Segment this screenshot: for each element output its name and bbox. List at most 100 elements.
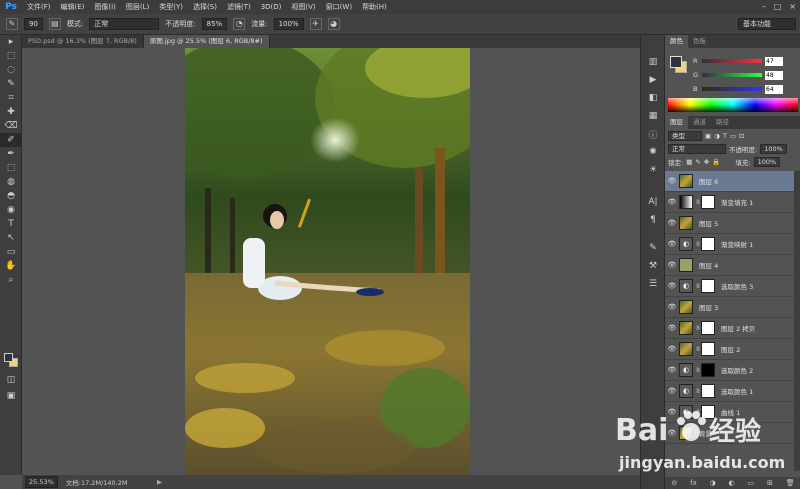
layer-mask-thumbnail[interactable] [701,279,715,293]
tab-color[interactable]: 颜色 [665,35,688,48]
navigator-icon[interactable]: ✺ [641,143,665,161]
workspace-select[interactable]: 基本功能 [738,18,796,30]
eyedropper-tool-icon[interactable]: ✚ [0,105,22,119]
layer-row[interactable]: 👁 ◐ 8 选取颜色 3 [665,276,795,297]
layer-row[interactable]: 👁 图层 6 [665,171,795,192]
visibility-eye-icon[interactable]: 👁 [665,345,679,353]
blue-track[interactable] [702,87,762,91]
tab-swatches[interactable]: 色板 [688,35,711,48]
visibility-eye-icon[interactable]: 👁 [665,324,679,332]
layer-thumbnail[interactable] [679,342,693,356]
adjustment-layer-icon[interactable]: ◐ [729,479,735,487]
layer-name[interactable]: 图层 2 [717,344,740,354]
layer-mask-thumbnail[interactable] [701,321,715,335]
tab-paths[interactable]: 路径 [711,116,734,129]
color-spectrum[interactable] [668,98,798,112]
layer-row[interactable]: 👁 图层 3 [665,297,795,318]
menu-item-1[interactable]: 编辑(E) [56,0,90,14]
type-tool-icon[interactable]: T [0,217,22,231]
document-image[interactable] [185,48,470,475]
visibility-eye-icon[interactable]: 👁 [665,429,679,437]
tab-psd[interactable]: PSD.psd @ 16.3% (图层 7, RGB/8) [22,35,144,48]
mode-select[interactable]: 正常 [89,18,160,30]
visibility-eye-icon[interactable]: 👁 [665,366,679,374]
airbrush-icon[interactable]: ✈ [309,18,322,30]
paragraph-icon[interactable]: ¶ [641,211,665,229]
actions-icon[interactable]: ▶ [641,71,665,89]
layer-name[interactable]: 选取颜色 2 [717,365,753,375]
green-track[interactable] [702,73,762,77]
hand-tool-icon[interactable]: ✋ [0,259,22,273]
blue-value[interactable]: 64 [765,84,783,94]
visibility-eye-icon[interactable]: 👁 [665,282,679,290]
layer-name[interactable]: 图层 3 [695,302,718,312]
layer-name[interactable]: 选取颜色 1 [717,386,753,396]
minimize-button[interactable]: – [762,2,766,11]
character-icon[interactable]: A| [641,193,665,211]
layer-row[interactable]: 👁 ◐ 8 选取颜色 1 [665,381,795,402]
lock-pixels-icon[interactable]: ▦ [686,158,692,166]
layer-thumbnail[interactable] [679,300,693,314]
layer-thumbnail[interactable]: ◐ [679,384,693,398]
filter-pixel-icon[interactable]: ▣ [705,132,711,140]
filter-adjust-icon[interactable]: ◑ [714,132,720,140]
menu-item-2[interactable]: 图像(I) [89,0,121,14]
lock-all-icon[interactable]: 🔒 [712,158,720,166]
menu-item-3[interactable]: 图层(L) [121,0,154,14]
layer-thumbnail[interactable]: ◐ [679,279,693,293]
brush-panel-icon[interactable]: ▤ [48,18,61,30]
visibility-eye-icon[interactable]: 👁 [665,303,679,311]
layer-row[interactable]: 👁 8 图层 2 [665,339,795,360]
tab-original[interactable]: 原图.jpg @ 25.5% (图层 6, RGB/8#) [143,35,270,48]
panel-foreground-swatch[interactable] [670,56,682,68]
lock-paint-icon[interactable]: ✎ [695,158,700,166]
visibility-eye-icon[interactable]: 👁 [665,219,679,227]
visibility-eye-icon[interactable]: 👁 [665,177,679,185]
visibility-eye-icon[interactable]: 👁 [665,408,679,416]
marquee-tool-icon[interactable]: ⬚ [0,49,22,63]
layer-row[interactable]: 👁 8 图层 2 拷贝 [665,318,795,339]
layer-mask-thumbnail[interactable] [701,363,715,377]
brush-tool-icon[interactable]: ✐ [0,133,22,147]
layer-name[interactable]: 渐变映射 1 [717,239,753,249]
opacity-input[interactable]: 85% [201,18,228,30]
layer-name[interactable]: 图层 4 [695,260,718,270]
history-icon[interactable]: ▥ [641,53,665,71]
properties-icon[interactable]: ☰ [641,275,665,293]
tab-layers[interactable]: 图层 [665,116,688,129]
quick-mask-icon[interactable]: ◫ [0,373,22,387]
layer-thumbnail[interactable] [679,258,693,272]
layer-name[interactable]: 曲线 1 [717,407,740,417]
zoom-tool-icon[interactable]: ⌕ [0,273,22,287]
fill-input[interactable]: 100% [753,156,781,167]
zoom-level[interactable]: 25.53% [25,476,58,488]
flow-input[interactable]: 100% [273,18,304,30]
color-swatches[interactable] [4,353,18,367]
layer-thumbnail[interactable]: ◐ [679,237,693,251]
green-slider[interactable]: G 48 [693,70,799,80]
menu-item-5[interactable]: 选择(S) [188,0,222,14]
blend-mode-select[interactable]: 正常 [668,143,726,154]
delete-layer-icon[interactable]: 🗑 [786,479,795,487]
layer-thumbnail[interactable]: ◐ [679,405,693,419]
layer-row[interactable]: 👁 ◐ 8 曲线 1 [665,402,795,423]
visibility-eye-icon[interactable]: 👁 [665,198,679,206]
brush-size-picker[interactable]: 90 [24,18,43,30]
layer-thumbnail[interactable] [679,174,693,188]
filter-type-icon[interactable]: T [723,132,727,140]
red-slider[interactable]: R 47 [693,56,799,66]
pressure-opacity-icon[interactable]: ◔ [233,18,246,30]
crop-tool-icon[interactable]: ⌗ [0,91,22,105]
filter-smart-icon[interactable]: ⊡ [739,132,744,140]
visibility-eye-icon[interactable]: 👁 [665,240,679,248]
canvas-area[interactable] [22,48,640,475]
layers-scrollbar[interactable] [794,171,800,471]
healing-tool-icon[interactable]: ⌫ [0,119,22,133]
layer-name[interactable]: 图层 2 拷贝 [717,323,755,333]
layer-row[interactable]: 👁 图层 4 [665,255,795,276]
group-icon[interactable]: ▭ [748,479,755,487]
green-value[interactable]: 48 [765,70,783,80]
status-arrow-icon[interactable]: ▶ [157,478,162,486]
layer-mask-thumbnail[interactable] [701,237,715,251]
add-mask-icon[interactable]: ◑ [710,479,716,487]
